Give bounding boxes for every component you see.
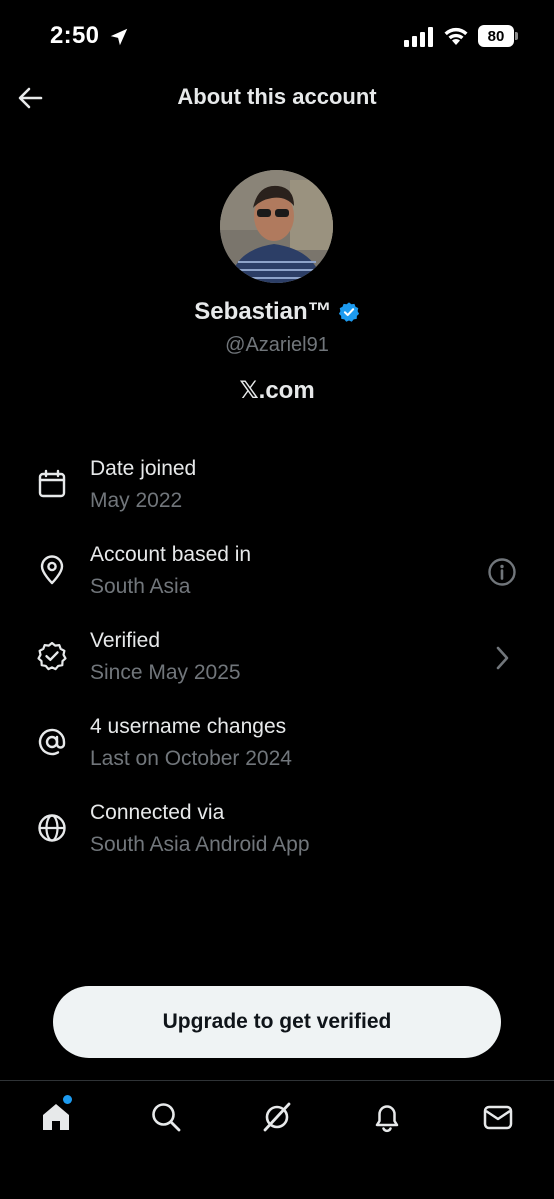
battery-tip [515, 32, 518, 40]
globe-icon [38, 814, 66, 842]
cellular-signal-icon [404, 27, 433, 47]
based-in-info-button[interactable] [486, 556, 518, 588]
info-title: 4 username changes [90, 715, 287, 738]
notifications-bell-icon [375, 1105, 399, 1133]
info-title: Connected via [90, 801, 225, 824]
status-time: 2:50 [50, 22, 100, 49]
page-title: About this account [177, 84, 377, 109]
chevron-right-icon [496, 646, 509, 670]
info-title: Verified [90, 629, 161, 652]
battery-indicator: 80 [478, 25, 518, 47]
search-icon [152, 1103, 181, 1132]
at-sign-icon [38, 728, 66, 756]
info-value: South Asia [90, 575, 191, 598]
info-value: South Asia Android App [90, 833, 310, 856]
location-pin-icon [40, 555, 64, 585]
avatar-image [220, 170, 333, 283]
info-title: Date joined [90, 457, 197, 480]
calendar-icon [38, 469, 66, 498]
grok-icon [263, 1102, 291, 1132]
bottom-navigation [0, 1080, 554, 1199]
location-arrow-icon [110, 28, 128, 46]
about-account-screen: 2:50 80 About this account Sebastian™ @A… [0, 0, 554, 1199]
info-row-connected-via: Connected via South Asia Android App [0, 790, 554, 876]
nav-search[interactable] [146, 1097, 186, 1137]
home-icon [43, 1104, 69, 1130]
verified-badge-outline-icon [37, 641, 67, 671]
profile-handle: @Azariel91 [225, 334, 329, 356]
verified-chevron [486, 642, 518, 674]
nav-grok[interactable] [257, 1097, 297, 1137]
messages-icon [483, 1105, 513, 1130]
info-icon [488, 558, 516, 586]
verified-badge-icon [338, 302, 359, 322]
upgrade-to-verified-button[interactable]: Upgrade to get verified [53, 986, 501, 1058]
account-info-list: Date joined May 2022 Account based in So… [0, 446, 554, 876]
info-title: Account based in [90, 543, 252, 566]
home-notification-dot [63, 1095, 72, 1104]
status-bar: 2:50 80 [0, 0, 554, 72]
profile-name: Sebastian™ [194, 298, 332, 325]
avatar[interactable] [220, 170, 333, 283]
wifi-icon [444, 27, 468, 45]
info-value: Last on October 2024 [90, 747, 292, 770]
battery-level: 80 [478, 25, 514, 47]
info-value: Since May 2025 [90, 661, 241, 684]
info-row-verified[interactable]: Verified Since May 2025 [0, 618, 554, 704]
profile-name-row: Sebastian™ [0, 298, 554, 326]
nav-messages[interactable] [478, 1097, 518, 1137]
header: About this account [0, 72, 554, 128]
info-value: May 2022 [90, 489, 183, 512]
info-row-username-changes: 4 username changes Last on October 2024 [0, 704, 554, 790]
profile-site: 𝕏.com [239, 377, 315, 404]
info-row-date-joined: Date joined May 2022 [0, 446, 554, 532]
info-row-account-based-in: Account based in South Asia [0, 532, 554, 618]
nav-notifications[interactable] [367, 1097, 407, 1137]
